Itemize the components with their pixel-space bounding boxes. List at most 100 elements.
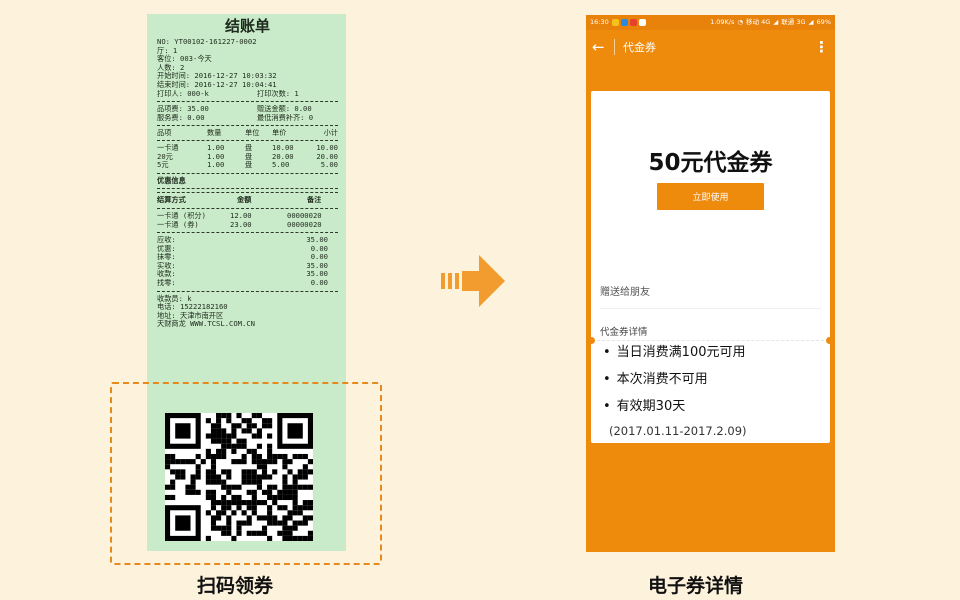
carrier-2: 联通 3G bbox=[781, 18, 806, 26]
total-label: 收款: bbox=[157, 270, 176, 279]
total-row: 找零: 0.00 bbox=[157, 279, 338, 288]
col-header: 备注 bbox=[307, 196, 322, 205]
receipt-fee: 服务费: 0.00 bbox=[157, 113, 205, 122]
total-label: 实收: bbox=[157, 261, 176, 270]
detail-text: 当日消费满100元可用 bbox=[616, 345, 746, 360]
item-subtotal: 20.00 bbox=[316, 152, 338, 161]
item-price: 10.00 bbox=[272, 143, 294, 152]
item-price: 20.00 bbox=[272, 152, 294, 161]
col-header: 金额 bbox=[237, 196, 252, 205]
col-header: 结算方式 bbox=[157, 196, 186, 205]
total-label: 优惠: bbox=[157, 244, 176, 253]
table-row: 20元 1.00 盘 20.00 20.00 bbox=[157, 153, 338, 162]
voucher-card: 50元代金券 立即使用 赠送给朋友 代金券详情 • 当日消费满100元可用 • 本次… bbox=[588, 91, 833, 443]
receipt-divider bbox=[157, 207, 338, 209]
receipt-discount-label: 优惠信息 bbox=[157, 175, 186, 185]
col-header: 单位 bbox=[245, 129, 260, 138]
receipt-divider bbox=[157, 101, 338, 103]
table-row: 一卡通 (积分) 12.00 00000020 bbox=[157, 212, 338, 221]
status-time: 16:30 bbox=[590, 18, 609, 26]
settle-amount: 12.00 bbox=[230, 211, 252, 220]
total-value: 35.00 bbox=[306, 236, 328, 245]
receipt-fee: 最低消费补齐: 0 bbox=[257, 113, 314, 122]
total-value: 0.00 bbox=[310, 253, 328, 262]
item-unit: 盘 bbox=[245, 152, 253, 161]
total-label: 应收: bbox=[157, 236, 176, 245]
ticket-notch bbox=[588, 337, 595, 344]
receipt-line: 客位: 003-今天 bbox=[157, 54, 212, 64]
item-unit: 盘 bbox=[245, 161, 253, 170]
total-label: 找零: bbox=[157, 279, 176, 288]
notification-app-icon bbox=[629, 19, 637, 26]
detail-text: 有效期30天 bbox=[616, 399, 686, 414]
col-header: 品项 bbox=[157, 129, 172, 138]
gift-to-friend-link[interactable]: 赠送给朋友 bbox=[600, 283, 650, 298]
use-now-button[interactable]: 立即使用 bbox=[657, 183, 764, 210]
bullet-icon: • bbox=[603, 399, 611, 414]
detail-text: 本次消费不可用 bbox=[616, 372, 708, 387]
receipt-line: NO: YT00102-161227-0002 bbox=[157, 37, 257, 46]
total-row: 收款: 35.00 bbox=[157, 270, 338, 279]
status-bar: 16:30 1.09K/s ◔ 移动 4G ◢ 联通 3G ◢ 69% bbox=[586, 15, 835, 30]
appbar-separator bbox=[614, 39, 615, 55]
receipt-printer: 打印人: 000-k bbox=[157, 89, 209, 98]
arrow-right-icon bbox=[441, 255, 505, 307]
network-speed: 1.09K/s bbox=[710, 18, 735, 26]
settle-method: 一卡通 (积分) bbox=[157, 211, 206, 220]
signal-icon: ◢ bbox=[773, 18, 779, 26]
total-row: 实收: 35.00 bbox=[157, 262, 338, 271]
app-bar: ← 代金券 ⋮ bbox=[586, 30, 835, 64]
col-header: 单价 bbox=[272, 129, 287, 138]
total-value: 35.00 bbox=[306, 261, 328, 270]
receipt-divider bbox=[157, 172, 338, 174]
receipt-items-header: 品项 数量 单位 单价 小计 bbox=[157, 129, 338, 138]
back-arrow-icon[interactable]: ← bbox=[592, 38, 610, 56]
item-qty: 1.00 bbox=[207, 143, 225, 152]
receipt-settle-header: 结算方式 金额 备注 bbox=[157, 196, 338, 205]
total-row: 抹零: 0.00 bbox=[157, 253, 338, 262]
item-price: 5.00 bbox=[272, 161, 290, 170]
table-row: 5元 1.00 盘 5.00 5.00 bbox=[157, 161, 338, 170]
receipt-brand: 天财商龙 WWW.TCSL.COM.CN bbox=[157, 319, 255, 329]
receipt-divider bbox=[157, 232, 338, 234]
item-name: 20元 bbox=[157, 152, 173, 161]
total-row: 优惠: 0.00 bbox=[157, 245, 338, 254]
notification-app-icon bbox=[638, 19, 646, 26]
col-header: 小计 bbox=[323, 129, 338, 138]
receipt-fee: 赠送金额: 0.00 bbox=[257, 105, 312, 114]
total-label: 抹零: bbox=[157, 253, 176, 262]
ticket-notch bbox=[826, 337, 833, 344]
carrier-1: 移动 4G bbox=[746, 18, 771, 26]
receipt-divider bbox=[157, 192, 338, 194]
wifi-icon: ◔ bbox=[737, 18, 744, 26]
scan-highlight-frame bbox=[110, 382, 382, 565]
table-row: 一卡通 (券) 23.00 00000020 bbox=[157, 221, 338, 230]
item-subtotal: 10.00 bbox=[316, 143, 338, 152]
settle-note: 00000020 bbox=[287, 211, 322, 220]
item-qty: 1.00 bbox=[207, 161, 225, 170]
receipt-printer-row: 打印人: 000-k 打印次数: 1 bbox=[157, 90, 338, 99]
bullet-icon: • bbox=[603, 372, 611, 387]
receipt-fee: 品项费: 35.00 bbox=[157, 105, 209, 114]
total-row: 应收: 35.00 bbox=[157, 236, 338, 245]
item-qty: 1.00 bbox=[207, 152, 225, 161]
table-row: 一卡通 1.00 盘 10.00 10.00 bbox=[157, 144, 338, 153]
signal-icon: ◢ bbox=[808, 18, 814, 26]
settle-amount: 23.00 bbox=[230, 220, 252, 229]
receipt-divider bbox=[157, 290, 338, 292]
more-menu-icon[interactable]: ⋮ bbox=[814, 38, 829, 56]
voucher-title: 50元代金券 bbox=[648, 150, 773, 176]
receipt-divider bbox=[157, 125, 338, 127]
total-value: 35.00 bbox=[306, 270, 328, 279]
col-header: 数量 bbox=[207, 129, 222, 138]
detail-item: • 本次消费不可用 bbox=[603, 368, 708, 387]
receipt-title: 结账单 bbox=[224, 17, 270, 35]
settle-method: 一卡通 (券) bbox=[157, 220, 199, 229]
detail-item: • 当日消费满100元可用 bbox=[603, 341, 746, 360]
details-title: 代金券详情 bbox=[600, 327, 648, 338]
bullet-icon: • bbox=[603, 345, 611, 360]
detail-item: • 有效期30天 bbox=[603, 395, 685, 414]
item-name: 5元 bbox=[157, 161, 169, 170]
item-name: 一卡通 bbox=[157, 143, 179, 152]
total-value: 0.00 bbox=[310, 279, 328, 288]
